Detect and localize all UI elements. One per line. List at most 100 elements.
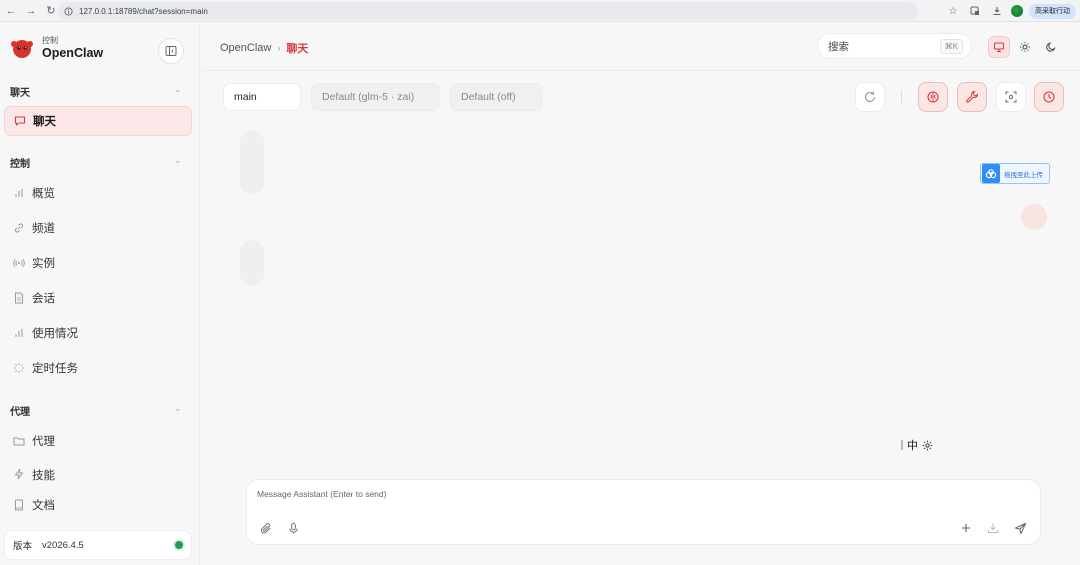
session-select[interactable]: main (223, 83, 301, 111)
plus-icon (962, 524, 970, 532)
bar-chart-icon (12, 186, 26, 200)
message-composer (246, 479, 1041, 545)
sidebar-item-skills[interactable]: 技能 (4, 461, 192, 481)
breadcrumb-separator: › (277, 43, 281, 53)
download-icon (988, 523, 998, 533)
section-label-control[interactable]: 控制 (10, 155, 30, 170)
theme-dark-button[interactable] (1040, 36, 1062, 58)
browser-toolbar: ← → ↻ 127.0.0.1:18789/chat?session=main … (0, 0, 1080, 22)
bookmark-star-icon[interactable]: ☆ (945, 3, 961, 19)
cloud-upload-icon (982, 164, 1000, 183)
chevron-down-icon[interactable]: ⌄ (174, 155, 182, 166)
clock-icon (1043, 91, 1055, 103)
moon-icon (1046, 42, 1056, 52)
section-label-agent[interactable]: 代理 (10, 403, 30, 418)
sidebar-item-instances[interactable]: 实例 (4, 248, 192, 278)
message-input[interactable] (257, 489, 857, 499)
theme-system-button[interactable] (988, 36, 1010, 58)
tools-button[interactable] (957, 82, 987, 112)
url-text: 127.0.0.1:18789/chat?session=main (79, 6, 208, 16)
brand-title: OpenClaw (42, 46, 104, 60)
sidebar-item-sessions[interactable]: 会话 (4, 283, 192, 313)
paperclip-icon (260, 522, 271, 534)
sidebar-item-cron[interactable]: 定时任务 (4, 353, 192, 383)
sidebar-item-label: 文档 (32, 500, 55, 512)
section-label-chat[interactable]: 聊天 (10, 84, 30, 99)
ime-mode: 中 (907, 440, 918, 452)
thinking-select[interactable]: Default (off) (450, 83, 543, 111)
export-button[interactable] (985, 520, 1001, 536)
breadcrumb: OpenClaw › 聊天 (220, 40, 308, 56)
openclaw-logo-icon (10, 36, 34, 60)
search-input[interactable]: 搜索 ⌘K (817, 33, 972, 59)
wrench-icon (966, 90, 979, 103)
main-panel: OpenClaw › 聊天 搜索 ⌘K main Default (glm-5 … (201, 22, 1080, 565)
send-button[interactable] (1012, 520, 1028, 536)
new-chat-button[interactable] (958, 520, 974, 536)
forward-icon[interactable]: → (22, 2, 40, 20)
brand-subtitle: 控制 (42, 36, 58, 45)
download-icon[interactable] (989, 3, 1005, 19)
theme-light-button[interactable] (1014, 36, 1036, 58)
refresh-button[interactable] (855, 82, 885, 112)
sidebar-item-label: 频道 (32, 223, 55, 235)
book-icon (12, 498, 26, 512)
search-label: 搜索 (828, 40, 849, 53)
sidebar-item-docs[interactable]: 文档 (4, 490, 192, 520)
focus-icon (1005, 91, 1017, 103)
assistant-avatar-placeholder (1021, 204, 1047, 230)
sidebar-item-label: 定时任务 (32, 363, 78, 375)
breadcrumb-root[interactable]: OpenClaw (220, 42, 271, 54)
bar-chart-icon (12, 326, 26, 340)
sidebar-item-label: 代理 (32, 436, 55, 448)
address-bar[interactable]: 127.0.0.1:18789/chat?session=main (58, 2, 918, 20)
attach-button[interactable] (258, 520, 274, 536)
back-icon[interactable]: ← (2, 2, 20, 20)
sun-icon (1020, 42, 1030, 52)
document-icon (12, 291, 26, 305)
profile-avatar[interactable] (1011, 5, 1023, 17)
message-skeleton (240, 130, 264, 194)
upload-drop-badge[interactable]: 拖拽至此上传 (980, 163, 1050, 184)
version-label: 版本 (13, 541, 33, 552)
sidebar-item-label: 实例 (32, 258, 55, 270)
site-info-icon[interactable] (64, 6, 73, 16)
version-card: 版本 v2026.4.5 (4, 530, 192, 560)
collapse-sidebar-button[interactable] (158, 38, 184, 64)
ime-handle (901, 440, 903, 450)
sidebar-item-label: 技能 (32, 470, 55, 481)
ime-indicator[interactable]: 中 (901, 437, 933, 453)
link-icon (12, 221, 26, 235)
refresh-icon (864, 91, 876, 102)
model-select[interactable]: Default (glm-5 · zai) (311, 83, 440, 111)
sidebar-item-agents[interactable]: 代理 (4, 426, 192, 456)
gear-icon[interactable] (922, 440, 933, 451)
chat-bubble-icon (13, 114, 27, 128)
sidebar: 控制 OpenClaw 聊天 ⌄ 聊天 控制 ⌄ 概览 频道 实例 会话 使用情… (0, 22, 200, 565)
theme-switcher (988, 35, 1066, 59)
toolbar-divider (901, 90, 902, 104)
upload-badge-label: 拖拽至此上传 (1004, 171, 1043, 179)
version-value: v2026.4.5 (42, 539, 84, 551)
brand: 控制 OpenClaw (10, 36, 103, 60)
extension-icon[interactable] (967, 3, 983, 19)
zap-icon (12, 467, 26, 481)
microphone-icon (288, 522, 298, 534)
focus-mode-button[interactable] (996, 82, 1026, 112)
sidebar-item-chat[interactable]: 聊天 (4, 106, 192, 136)
history-button[interactable] (1034, 82, 1064, 112)
status-online-dot (175, 541, 183, 549)
profile-label[interactable]: 高采取行动 (1029, 3, 1076, 19)
sidebar-item-label: 会话 (32, 293, 55, 305)
chevron-down-icon[interactable]: ⌄ (174, 403, 182, 414)
sidebar-item-label: 聊天 (33, 116, 56, 128)
sidebar-item-usage[interactable]: 使用情况 (4, 318, 192, 348)
sidebar-item-overview[interactable]: 概览 (4, 178, 192, 208)
sidebar-item-channels[interactable]: 频道 (4, 213, 192, 243)
breadcrumb-current: 聊天 (286, 43, 309, 55)
voice-input-button[interactable] (285, 520, 301, 536)
thinking-toggle-button[interactable] (918, 82, 948, 112)
sidebar-item-label: 概览 (32, 188, 55, 200)
chevron-down-icon[interactable]: ⌄ (174, 84, 182, 95)
send-icon (1014, 522, 1026, 534)
